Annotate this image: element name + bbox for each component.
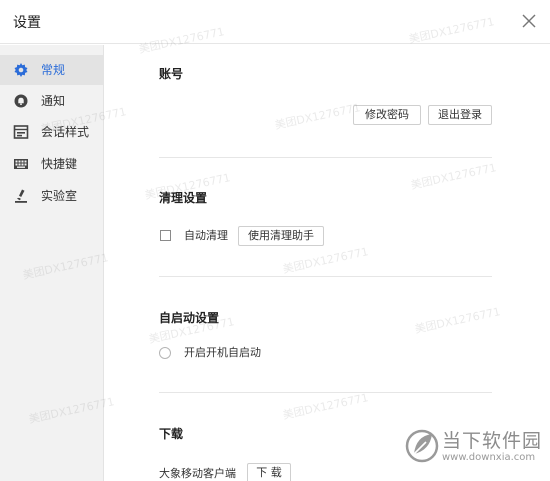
sidebar-item-chat-style[interactable]: 会话样式: [0, 117, 103, 147]
chat-style-icon: [13, 124, 29, 140]
bell-icon: [13, 93, 29, 109]
close-icon: [522, 14, 536, 28]
mobile-client-label: 大象移动客户端: [159, 467, 236, 480]
window-title: 设置: [13, 15, 41, 31]
section-divider: [159, 276, 492, 277]
cleanup-assistant-button[interactable]: 使用清理助手: [238, 226, 324, 246]
logo-text: 当下软件园: [442, 430, 543, 452]
sidebar-item-label: 通知: [41, 94, 66, 108]
boot-start-radio[interactable]: [159, 347, 171, 359]
autostart-section-title: 自启动设置: [159, 311, 220, 325]
site-logo: 当下软件园 www.downxia.com: [402, 424, 548, 470]
keyboard-icon: [13, 156, 29, 172]
download-section-title: 下载: [159, 427, 184, 441]
auto-clean-checkbox[interactable]: [160, 230, 171, 241]
download-button[interactable]: 下 载: [247, 463, 291, 481]
account-section-title: 账号: [159, 67, 184, 81]
flask-icon: [13, 188, 29, 204]
settings-window: 设置 常规 通知 会话样式 快捷键 实验室 账号 修改密码 退出登录 清理设置 …: [0, 0, 550, 481]
sidebar-item-label: 常规: [41, 63, 66, 77]
logo-url: www.downxia.com: [442, 452, 536, 463]
section-divider: [159, 392, 492, 393]
sidebar-item-lab[interactable]: 实验室: [0, 181, 103, 211]
sidebar-item-label: 快捷键: [41, 157, 78, 171]
logout-button[interactable]: 退出登录: [428, 105, 492, 125]
sidebar: 常规 通知 会话样式 快捷键 实验室: [0, 45, 104, 481]
close-button[interactable]: [518, 10, 540, 32]
section-divider: [159, 157, 492, 158]
gear-icon: [13, 62, 29, 78]
sidebar-item-notification[interactable]: 通知: [0, 86, 103, 116]
change-password-button[interactable]: 修改密码: [353, 105, 421, 125]
cleanup-section-title: 清理设置: [159, 191, 208, 205]
sidebar-item-label: 实验室: [41, 189, 78, 203]
title-bar: 设置: [0, 0, 550, 44]
auto-clean-label: 自动清理: [184, 229, 228, 242]
sidebar-item-general[interactable]: 常规: [0, 55, 103, 85]
boot-start-label: 开启开机自启动: [184, 346, 261, 359]
settings-content: 账号 修改密码 退出登录 清理设置 自动清理 使用清理助手 自启动设置 开启开机…: [104, 45, 550, 481]
leaf-logo-icon: [405, 429, 439, 463]
sidebar-item-label: 会话样式: [41, 125, 90, 139]
sidebar-item-shortcuts[interactable]: 快捷键: [0, 149, 103, 179]
